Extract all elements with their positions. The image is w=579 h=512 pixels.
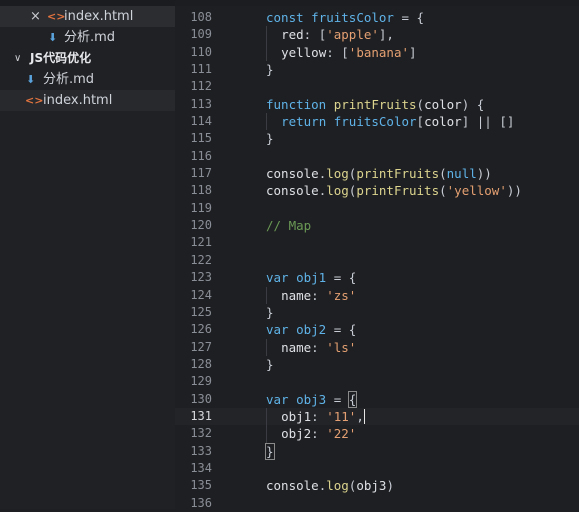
folder-label: JS代码优化 <box>30 51 92 65</box>
code-line[interactable]: 112 <box>175 78 579 95</box>
line-number: 122 <box>190 252 212 267</box>
code-text[interactable]: var obj2 = { <box>266 321 356 338</box>
code-line[interactable]: 133} <box>175 442 579 460</box>
explorer-sidebar: × <> index.html ⬇ 分析.md ∨ JS代码优化 ⬇ 分析.md… <box>0 0 175 509</box>
markdown-file-icon: ⬇ <box>26 73 36 86</box>
code-text[interactable]: } <box>266 356 274 373</box>
line-number: 128 <box>190 356 212 371</box>
code-line[interactable]: 127 name: 'ls' <box>175 338 579 356</box>
line-number: 118 <box>190 183 212 198</box>
close-icon[interactable]: × <box>30 6 41 27</box>
code-text[interactable]: console.log(obj3) <box>266 477 394 494</box>
code-text[interactable]: var obj1 = { <box>266 269 356 286</box>
code-text[interactable]: red: ['apple'], <box>266 26 394 43</box>
code-text[interactable]: console.log(printFruits(null)) <box>266 165 492 182</box>
line-number: 119 <box>190 200 212 215</box>
file-analysis-md[interactable]: ⬇ 分析.md <box>0 69 175 90</box>
line-number: 132 <box>190 426 212 441</box>
code-line[interactable]: 131 obj1: '11', <box>175 407 579 426</box>
line-number: 108 <box>190 10 212 24</box>
code-line[interactable]: 119 <box>175 200 579 217</box>
open-editor-analysis-md[interactable]: ⬇ 分析.md <box>0 27 175 48</box>
line-number: 117 <box>190 166 212 181</box>
code-line[interactable]: 108 const fruitsColor = { <box>175 9 579 26</box>
code-line[interactable]: 114 return fruitsColor[color] || [] <box>175 113 579 131</box>
code-text[interactable]: } <box>266 130 274 147</box>
line-number: 113 <box>190 96 212 111</box>
code-text[interactable]: name: 'ls' <box>266 339 356 356</box>
line-number: 134 <box>190 460 212 475</box>
code-line[interactable]: 136 <box>175 495 579 512</box>
code-line[interactable]: 135 console.log(obj3) <box>175 477 579 494</box>
code-line[interactable]: 125} <box>175 304 579 321</box>
code-line[interactable]: 129 <box>175 373 579 390</box>
code-line[interactable]: 120 // Map <box>175 217 579 234</box>
line-number: 125 <box>190 304 212 319</box>
file-index-html[interactable]: <> index.html <box>0 90 175 111</box>
code-text[interactable]: // Map <box>266 217 311 234</box>
html-file-icon: <> <box>47 10 66 23</box>
code-line[interactable]: 132 obj2: '22' <box>175 425 579 443</box>
code-line[interactable]: 109 red: ['apple'], <box>175 26 579 44</box>
line-number: 135 <box>190 478 212 493</box>
code-line[interactable]: 113 function printFruits(color) { <box>175 96 579 113</box>
code-line[interactable]: 128} <box>175 356 579 373</box>
open-editor-index-html[interactable]: × <> index.html <box>0 6 175 27</box>
code-line[interactable]: 134 <box>175 460 579 477</box>
html-file-icon: <> <box>25 94 44 107</box>
code-text[interactable]: } <box>265 442 275 460</box>
code-line[interactable]: 121 <box>175 234 579 251</box>
line-number: 112 <box>190 79 212 94</box>
open-editor-label: 分析.md <box>64 30 116 45</box>
code-line[interactable]: 124 name: 'zs' <box>175 286 579 304</box>
line-number: 123 <box>190 270 212 285</box>
line-number: 127 <box>190 339 212 354</box>
line-number: 110 <box>190 44 212 59</box>
line-number: 130 <box>190 391 212 406</box>
code-line[interactable]: 115} <box>175 130 579 147</box>
line-number: 131 <box>190 408 212 423</box>
breadcrumb-strip <box>175 0 579 6</box>
line-number: 111 <box>190 62 212 77</box>
line-number: 114 <box>190 114 212 129</box>
code-text[interactable]: const fruitsColor = { <box>266 9 424 26</box>
code-text[interactable]: obj1: '11', <box>266 408 365 425</box>
line-number: 133 <box>190 443 212 458</box>
line-number: 109 <box>190 27 212 42</box>
code-line[interactable]: 118 console.log(printFruits('yellow')) <box>175 182 579 199</box>
code-text[interactable]: yellow: ['banana'] <box>266 44 416 61</box>
line-number: 116 <box>190 148 212 163</box>
code-text[interactable]: name: 'zs' <box>266 287 356 304</box>
file-label: 分析.md <box>43 72 95 87</box>
code-text[interactable]: console.log(printFruits('yellow')) <box>266 182 522 199</box>
line-number: 126 <box>190 322 212 337</box>
code-line[interactable]: 122 <box>175 252 579 269</box>
code-line[interactable]: 123 var obj1 = { <box>175 269 579 286</box>
code-text[interactable]: } <box>266 304 274 321</box>
code-line[interactable]: 117 console.log(printFruits(null)) <box>175 165 579 182</box>
code-lines[interactable]: 108 const fruitsColor = {109 red: ['apple… <box>175 9 579 512</box>
line-number: 115 <box>190 131 212 146</box>
line-number: 121 <box>190 235 212 250</box>
code-line[interactable]: 126 var obj2 = { <box>175 321 579 338</box>
chevron-down-icon[interactable]: ∨ <box>14 48 21 69</box>
file-label: index.html <box>43 93 113 108</box>
markdown-file-icon: ⬇ <box>48 31 58 44</box>
code-line[interactable]: 110 yellow: ['banana'] <box>175 43 579 62</box>
line-number: 136 <box>190 495 212 510</box>
code-text[interactable]: obj2: '22' <box>266 425 356 442</box>
code-text[interactable]: function printFruits(color) { <box>266 96 484 113</box>
line-number: 124 <box>190 287 212 302</box>
code-text[interactable]: var obj3 = { <box>266 390 358 408</box>
line-number: 120 <box>190 218 212 233</box>
code-text[interactable]: } <box>266 61 274 78</box>
open-editor-label: index.html <box>64 9 134 24</box>
line-number: 129 <box>190 374 212 389</box>
code-editor[interactable]: 108 const fruitsColor = {109 red: ['apple… <box>175 0 579 512</box>
code-line[interactable]: 111} <box>175 61 579 78</box>
code-line[interactable]: 130 var obj3 = { <box>175 390 579 408</box>
code-line[interactable]: 116 <box>175 148 579 165</box>
code-text[interactable]: return fruitsColor[color] || [] <box>266 113 514 130</box>
folder-js-optimization[interactable]: ∨ JS代码优化 <box>0 48 175 69</box>
